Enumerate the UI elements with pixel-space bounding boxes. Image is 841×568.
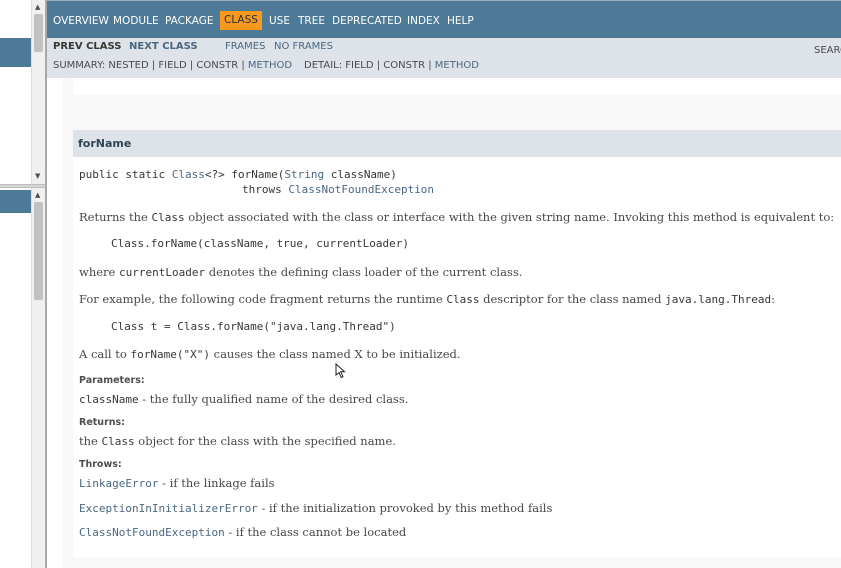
no-frames-link[interactable]: NO FRAMES bbox=[274, 41, 333, 52]
linkageerror-link[interactable]: LinkageError bbox=[79, 477, 158, 490]
method-signature: public static Class<?> forName(String cl… bbox=[79, 168, 397, 181]
description-para-4: A call to forName("X") causes the class … bbox=[79, 347, 461, 361]
text: For example, the following code fragment… bbox=[79, 292, 447, 306]
detail-prefix: DETAIL: FIELD | CONSTR | bbox=[304, 60, 432, 71]
mouse-pointer-icon bbox=[335, 363, 346, 379]
nav-package[interactable]: PACKAGE bbox=[165, 14, 213, 28]
signature-prefix: public static bbox=[79, 168, 172, 181]
scroll-down-icon[interactable]: ▼ bbox=[35, 172, 40, 181]
scroll-up-icon[interactable]: ▲ bbox=[35, 3, 40, 12]
code-class: Class bbox=[446, 293, 480, 306]
class-frame-header bbox=[0, 190, 31, 213]
previous-method-block bbox=[73, 78, 841, 95]
class-detail-frame: OVERVIEW MODULE PACKAGE CLASS USE TREE D… bbox=[47, 0, 841, 568]
code-thread: java.lang.Thread bbox=[665, 293, 772, 306]
nav-tree[interactable]: TREE bbox=[298, 14, 325, 28]
package-frame-header bbox=[0, 38, 31, 67]
param-name: className bbox=[79, 393, 139, 406]
frames-link[interactable]: FRAMES bbox=[225, 41, 265, 52]
content-area: forName public static Class<?> forName(S… bbox=[63, 78, 841, 568]
text: where bbox=[79, 265, 120, 279]
nav-help[interactable]: HELP bbox=[447, 14, 474, 28]
text: object associated with the class or inte… bbox=[184, 210, 835, 224]
classnotfound-type-link[interactable]: ClassNotFoundException bbox=[288, 183, 434, 196]
scrollbar-thumb[interactable] bbox=[34, 14, 43, 52]
class-frame-scrollbar[interactable]: ▲ bbox=[31, 188, 45, 568]
code-forname-x: forName("X") bbox=[130, 348, 210, 361]
throws-desc: - if the initialization provoked by this… bbox=[257, 501, 553, 515]
text: Returns the bbox=[79, 210, 152, 224]
signature-generic: <?> forName( bbox=[204, 168, 285, 181]
text: the bbox=[79, 434, 102, 448]
scrollbar-thumb[interactable] bbox=[34, 202, 43, 300]
detail-nav: DETAIL: FIELD | CONSTR | METHOD bbox=[304, 60, 479, 71]
summary-nav: SUMMARY: NESTED | FIELD | CONSTR | METHO… bbox=[53, 60, 292, 71]
summary-prefix: SUMMARY: NESTED | FIELD | CONSTR | bbox=[53, 60, 245, 71]
throws-item: LinkageError - if the linkage fails bbox=[79, 476, 275, 490]
search-label: SEARCH: bbox=[814, 45, 841, 56]
throws-item: ClassNotFoundException - if the class ca… bbox=[79, 525, 406, 539]
string-type-link[interactable]: String bbox=[284, 168, 324, 181]
parameter-item: className - the fully qualified name of … bbox=[79, 392, 408, 406]
left-frames: ▲ ▼ ▲ bbox=[0, 0, 47, 568]
text: A call to bbox=[79, 347, 131, 361]
text: : bbox=[771, 292, 775, 306]
method-detail-forname: forName public static Class<?> forName(S… bbox=[73, 130, 841, 557]
code-class: Class bbox=[101, 435, 135, 448]
returns-item: the Class object for the class with the … bbox=[79, 434, 396, 448]
nav-overview[interactable]: OVERVIEW bbox=[53, 14, 109, 28]
exceptionininitializererror-link[interactable]: ExceptionInInitializerError bbox=[79, 502, 258, 515]
scroll-up-icon[interactable]: ▲ bbox=[35, 191, 40, 200]
nav-use[interactable]: USE bbox=[269, 14, 290, 28]
throws-label: Throws: bbox=[79, 459, 122, 470]
throws-desc: - if the class cannot be located bbox=[224, 525, 407, 539]
signature-throws: throws ClassNotFoundException bbox=[242, 183, 434, 196]
nav-module[interactable]: MODULE bbox=[113, 14, 159, 28]
text: denotes the defining class loader of the… bbox=[205, 265, 523, 279]
nav-deprecated[interactable]: DEPRECATED bbox=[332, 14, 402, 28]
param-desc: - the fully qualified name of the desire… bbox=[138, 392, 409, 406]
summary-method-link[interactable]: METHOD bbox=[248, 60, 292, 71]
next-class-link[interactable]: NEXT CLASS bbox=[129, 41, 198, 52]
method-title: forName bbox=[78, 137, 132, 150]
class-list-frame[interactable]: ▲ bbox=[0, 188, 45, 568]
description-para-3: For example, the following code fragment… bbox=[79, 292, 775, 306]
nav-class-active: CLASS bbox=[220, 11, 262, 30]
description-para-1: Returns the Class object associated with… bbox=[79, 210, 834, 224]
code-currentloader: currentLoader bbox=[119, 266, 206, 279]
nav-index[interactable]: INDEX bbox=[407, 14, 440, 28]
package-frame-scrollbar[interactable]: ▲ ▼ bbox=[31, 0, 45, 184]
method-heading: forName bbox=[73, 130, 841, 157]
package-list-frame[interactable]: ▲ ▼ bbox=[0, 0, 45, 184]
text: causes the class named X to be initializ… bbox=[209, 347, 461, 361]
text: descriptor for the class named bbox=[479, 292, 666, 306]
throws-keyword: throws bbox=[242, 183, 289, 196]
throws-item: ExceptionInInitializerError - if the ini… bbox=[79, 501, 552, 515]
throws-desc: - if the linkage fails bbox=[158, 476, 275, 490]
prev-class-link: PREV CLASS bbox=[53, 41, 122, 52]
top-navbar: OVERVIEW MODULE PACKAGE CLASS USE TREE D… bbox=[47, 0, 841, 38]
signature-param: className) bbox=[324, 168, 397, 181]
classnotfoundexception-link[interactable]: ClassNotFoundException bbox=[79, 526, 225, 539]
detail-method-link[interactable]: METHOD bbox=[435, 60, 479, 71]
code-class: Class bbox=[151, 211, 185, 224]
code-example-1: Class.forName(className, true, currentLo… bbox=[111, 237, 410, 250]
parameters-label: Parameters: bbox=[79, 375, 145, 386]
returns-label: Returns: bbox=[79, 417, 125, 428]
class-type-link[interactable]: Class bbox=[172, 168, 205, 181]
sub-navbar: PREV CLASS NEXT CLASS FRAMES NO FRAMES S… bbox=[47, 38, 841, 78]
text: object for the class with the specified … bbox=[134, 434, 396, 448]
code-example-2: Class t = Class.forName("java.lang.Threa… bbox=[111, 320, 396, 333]
description-para-2: where currentLoader denotes the defining… bbox=[79, 265, 522, 279]
